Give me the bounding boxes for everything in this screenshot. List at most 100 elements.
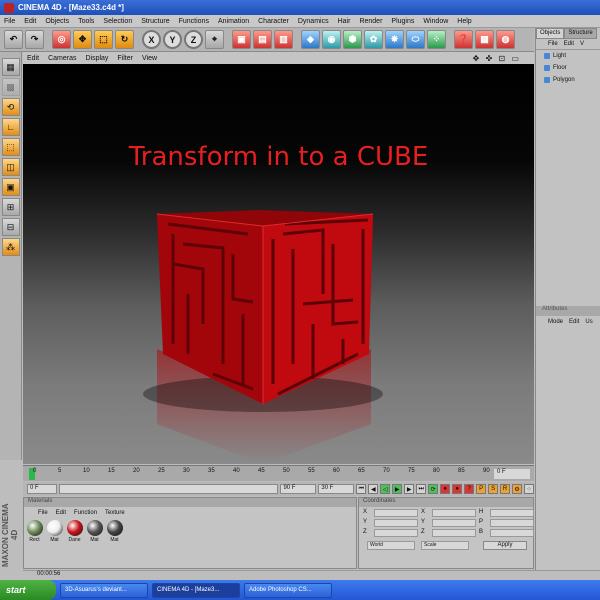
3d-viewport[interactable]: Transform in to a CUBE [23, 64, 534, 464]
mograph-icon[interactable]: ✿ [364, 30, 383, 49]
start-button[interactable]: start [0, 580, 56, 600]
go-to-start-icon[interactable]: ⏮ [356, 484, 367, 494]
position-x-field[interactable] [374, 509, 418, 517]
particles-icon[interactable]: ⁘ [427, 30, 446, 49]
object-item-light[interactable]: Light [536, 50, 600, 62]
menu-structure[interactable]: Structure [141, 18, 169, 25]
tab-objects[interactable]: Objects [536, 28, 565, 39]
apply-button[interactable]: Apply [483, 541, 527, 550]
menu-functions[interactable]: Functions [179, 18, 209, 25]
scale-mode-dropdown[interactable]: Scale [421, 541, 469, 550]
edges-mode-icon[interactable]: ◫ [1, 158, 20, 176]
tab-structure[interactable]: Structure [564, 28, 597, 39]
scale-z-field[interactable] [432, 529, 476, 537]
x-axis-lock-button[interactable]: X [142, 30, 161, 49]
viewport-menu-display[interactable]: Display [85, 55, 108, 62]
deformer-icon[interactable]: ✸ [385, 30, 404, 49]
play-forward-icon[interactable]: ▶ [392, 484, 403, 494]
menu-edit[interactable]: Edit [24, 18, 36, 25]
material-swatch[interactable]: Mat [46, 520, 63, 543]
rotate-icon[interactable]: ↻ [115, 30, 134, 49]
objects-menu-edit[interactable]: Edit [564, 41, 574, 47]
attributes-menu-user[interactable]: Us [585, 319, 592, 325]
taskbar-item-browser[interactable]: 3D-Asuarus's deviant... [60, 582, 148, 598]
menu-character[interactable]: Character [258, 18, 289, 25]
environment-icon[interactable]: ⬭ [406, 30, 425, 49]
cinema-icon[interactable]: ◍ [496, 30, 515, 49]
scale-icon[interactable]: ⬚ [94, 30, 113, 49]
workplane-icon[interactable]: ⊟ [1, 218, 20, 236]
viewport-menu-cameras[interactable]: Cameras [48, 55, 76, 62]
material-swatch[interactable]: Rect [26, 520, 43, 543]
objects-menu-file[interactable]: File [548, 41, 558, 47]
rotation-key-icon[interactable]: R [500, 484, 511, 494]
loop-icon[interactable]: ⟳ [428, 484, 439, 494]
points-mode-icon[interactable]: ⬚ [1, 138, 20, 156]
fps-field[interactable]: 30 F [318, 484, 355, 494]
rotation-p-field[interactable] [490, 519, 534, 527]
material-swatch[interactable]: Dane [66, 520, 83, 543]
coordinate-mode-dropdown[interactable]: World [367, 541, 415, 550]
position-z-field[interactable] [374, 529, 418, 537]
live-selection-icon[interactable]: ◎ [52, 30, 71, 49]
nurbs-icon[interactable]: ◉ [322, 30, 341, 49]
rotation-h-field[interactable] [490, 509, 534, 517]
render-picture-viewer-icon[interactable]: ▤ [253, 30, 272, 49]
texture-mode-icon[interactable]: ⟲ [1, 98, 20, 116]
objects-menu-view[interactable]: V [580, 41, 584, 47]
viewport-nav-icons[interactable]: ✥ ✜ ⊡ ▭ [473, 54, 521, 63]
snap-icon[interactable]: ⊞ [1, 198, 20, 216]
position-key-icon[interactable]: P [476, 484, 487, 494]
menu-help[interactable]: Help [457, 18, 471, 25]
menu-animation[interactable]: Animation [218, 18, 249, 25]
object-item-floor[interactable]: Floor [536, 62, 600, 74]
polygons-mode-icon[interactable]: ▣ [1, 178, 20, 196]
move-icon[interactable]: ✥ [73, 30, 92, 49]
redo-icon[interactable]: ↷ [25, 30, 44, 49]
attributes-menu-mode[interactable]: Mode [548, 319, 563, 325]
menu-file[interactable]: File [4, 18, 15, 25]
viewport-menu-edit[interactable]: Edit [27, 55, 39, 62]
scale-x-field[interactable] [432, 509, 476, 517]
coordinate-system-icon[interactable]: ⌖ [205, 30, 224, 49]
autokey-icon[interactable]: ● [452, 484, 463, 494]
timeline[interactable]: 0 5 10 15 20 25 30 35 40 45 50 55 60 65 70 75 80 85 90 0 F [23, 465, 534, 481]
menu-dynamics[interactable]: Dynamics [298, 18, 329, 25]
play-backward-icon[interactable]: ◁ [380, 484, 391, 494]
object-mode-icon[interactable]: ▩ [1, 78, 20, 96]
light-icon[interactable]: ▦ [475, 30, 494, 49]
z-axis-lock-button[interactable]: Z [184, 30, 203, 49]
next-key-icon[interactable]: ▶ [404, 484, 415, 494]
material-swatch[interactable]: Mat [86, 520, 103, 543]
help-icon[interactable]: ? [464, 484, 475, 494]
cube-primitive-icon[interactable]: ◆ [301, 30, 320, 49]
go-to-end-icon[interactable]: ⏭ [416, 484, 427, 494]
point-level-icon[interactable]: ⁘ [524, 484, 535, 494]
attributes-menu-edit[interactable]: Edit [569, 319, 579, 325]
render-settings-icon[interactable]: ▥ [274, 30, 293, 49]
scale-y-field[interactable] [432, 519, 476, 527]
array-icon[interactable]: ⬢ [343, 30, 362, 49]
menu-hair[interactable]: Hair [338, 18, 351, 25]
previous-key-icon[interactable]: ◀ [368, 484, 379, 494]
end-frame-field[interactable]: 90 F [280, 484, 317, 494]
menu-tools[interactable]: Tools [78, 18, 94, 25]
materials-menu-edit[interactable]: Edit [56, 510, 66, 516]
menu-objects[interactable]: Objects [45, 18, 69, 25]
current-frame-field[interactable]: 0 F [494, 469, 530, 479]
position-y-field[interactable] [374, 519, 418, 527]
start-frame-field[interactable]: 0 F [27, 484, 57, 494]
viewport-menu-filter[interactable]: Filter [117, 55, 133, 62]
taskbar-item-photoshop[interactable]: Adobe Photoshop CS... [244, 582, 332, 598]
materials-menu-texture[interactable]: Texture [105, 510, 125, 516]
record-icon[interactable]: ● [440, 484, 451, 494]
model-mode-icon[interactable]: ▦ [1, 58, 20, 76]
scale-key-icon[interactable]: S [488, 484, 499, 494]
parameter-key-icon[interactable]: ⚙ [512, 484, 523, 494]
range-slider[interactable] [58, 484, 279, 494]
menu-selection[interactable]: Selection [103, 18, 132, 25]
sculpt-icon[interactable]: ⁂ [1, 238, 20, 256]
undo-icon[interactable]: ↶ [4, 30, 23, 49]
taskbar-item-cinema4d[interactable]: CINEMA 4D - [Maze3... [152, 582, 240, 598]
material-swatch[interactable]: Mat [106, 520, 123, 543]
